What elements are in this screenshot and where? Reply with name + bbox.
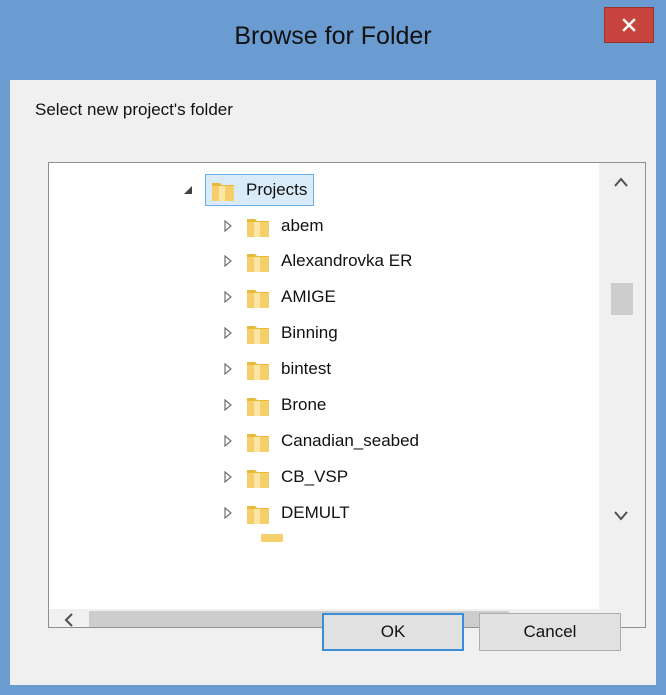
folder-icon (245, 500, 271, 526)
folder-icon (245, 320, 271, 346)
tree-item-label: Brone (281, 395, 327, 414)
folder-icon (245, 248, 271, 274)
folder-icon (245, 213, 271, 239)
expand-icon[interactable] (221, 290, 235, 304)
tree-item-label: DEMULT (281, 503, 350, 522)
dialog-body: Select new project's folder Projects abe… (10, 80, 656, 685)
folder-icon (245, 428, 271, 454)
folder-tree[interactable]: Projects abem Alexandrovka ER AMIGE Binn… (48, 162, 646, 628)
cancel-button[interactable]: Cancel (479, 613, 621, 651)
title-bar[interactable]: Browse for Folder (0, 0, 666, 80)
tree-item[interactable]: CB_VSP (221, 460, 348, 494)
folder-icon (245, 464, 271, 490)
expand-icon[interactable] (221, 398, 235, 412)
selected-item[interactable]: Projects (205, 174, 315, 206)
tree-item-label: CB_VSP (281, 467, 349, 486)
scroll-left-icon[interactable] (63, 613, 75, 627)
tree-item[interactable]: Binning (221, 316, 338, 350)
tree-viewport: Projects abem Alexandrovka ER AMIGE Binn… (49, 163, 599, 609)
tree-item[interactable]: abem (221, 209, 324, 243)
tree-item[interactable]: Canadian_seabed (221, 424, 419, 458)
tree-item[interactable]: Alexandrovka ER (221, 244, 412, 278)
scroll-up-icon[interactable] (613, 175, 629, 193)
tree-item-label: Projects (246, 180, 308, 199)
expand-icon[interactable] (221, 470, 235, 484)
expand-icon[interactable] (221, 434, 235, 448)
tree-item-label: abem (281, 216, 324, 235)
browse-for-folder-window: Browse for Folder Select new project's f… (0, 0, 666, 695)
scroll-down-icon[interactable] (613, 509, 629, 527)
close-button[interactable] (604, 7, 654, 43)
expand-icon[interactable] (221, 219, 235, 233)
collapse-icon[interactable] (181, 183, 195, 197)
folder-icon (210, 177, 236, 203)
tree-item-label: Alexandrovka ER (281, 251, 413, 270)
folder-icon-partial (259, 529, 285, 542)
tree-item-projects[interactable]: Projects (181, 173, 315, 207)
window-title: Browse for Folder (234, 22, 432, 50)
vertical-scroll-thumb[interactable] (611, 283, 633, 315)
tree-item[interactable]: AMIGE (221, 280, 336, 314)
folder-icon (245, 284, 271, 310)
expand-icon[interactable] (221, 506, 235, 520)
expand-icon[interactable] (221, 254, 235, 268)
folder-icon (245, 356, 271, 382)
tree-item[interactable]: bintest (221, 352, 331, 386)
vertical-scrollbar[interactable] (599, 163, 645, 609)
tree-item-label: Binning (281, 323, 338, 342)
tree-item-label: AMIGE (281, 287, 336, 306)
dialog-prompt: Select new project's folder (35, 100, 233, 119)
ok-button[interactable]: OK (322, 613, 464, 651)
close-icon (622, 18, 636, 32)
expand-icon[interactable] (221, 362, 235, 376)
tree-item-label: bintest (281, 359, 332, 378)
tree-item[interactable]: Brone (221, 388, 326, 422)
tree-item[interactable]: DEMULT (221, 496, 350, 530)
folder-icon (245, 392, 271, 418)
tree-item-label: Canadian_seabed (281, 431, 420, 450)
expand-icon[interactable] (221, 326, 235, 340)
